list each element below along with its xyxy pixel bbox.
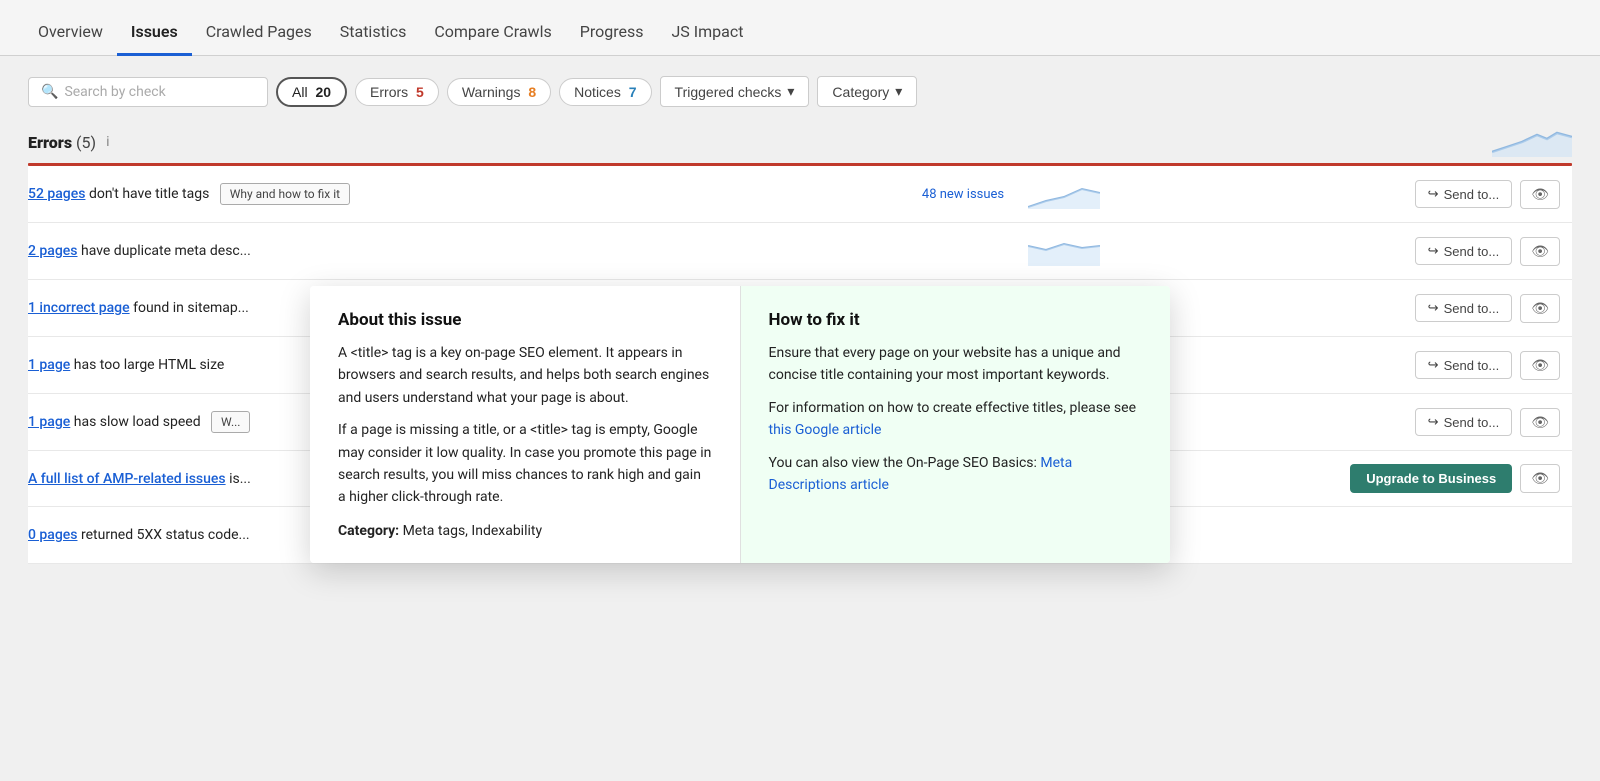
eye-button[interactable]: 👁 xyxy=(1520,237,1560,266)
issue-popup: About this issue A <title> tag is a key … xyxy=(310,286,1170,563)
send-to-button[interactable]: ↪ Send to... xyxy=(1415,408,1513,436)
sparkline-cell xyxy=(1016,166,1112,223)
send-icon: ↪ xyxy=(1428,300,1439,316)
category-dropdown[interactable]: Category ▾ xyxy=(817,76,917,107)
top-navigation: Overview Issues Crawled Pages Statistics… xyxy=(0,0,1600,56)
row-actions-cell: ↪ Send to... 👁 xyxy=(1112,223,1572,280)
popup-about-text1: A <title> tag is a key on-page SEO eleme… xyxy=(338,342,712,409)
eye-icon: 👁 xyxy=(1531,357,1549,373)
search-box[interactable]: 🔍 Search by check xyxy=(28,77,268,107)
page-link[interactable]: 1 page xyxy=(28,414,70,430)
row-actions-cell: ↪ Send to... 👁 xyxy=(1112,280,1572,337)
eye-icon: 👁 xyxy=(1531,300,1549,316)
nav-item-crawled-pages[interactable]: Crawled Pages xyxy=(192,6,326,56)
eye-icon: 👁 xyxy=(1531,186,1549,202)
new-issues-badge: 48 new issues xyxy=(922,187,1004,202)
eye-icon: 👁 xyxy=(1531,470,1549,486)
page-link[interactable]: 0 pages xyxy=(28,527,78,543)
chevron-down-icon: ▾ xyxy=(787,83,794,100)
eye-icon: 👁 xyxy=(1531,243,1549,259)
popup-about-panel: About this issue A <title> tag is a key … xyxy=(310,286,741,563)
nav-item-compare-crawls[interactable]: Compare Crawls xyxy=(420,6,565,56)
upgrade-to-business-button[interactable]: Upgrade to Business xyxy=(1350,464,1512,493)
popup-fix-panel: How to fix it Ensure that every page on … xyxy=(741,286,1171,563)
row-text: is... xyxy=(229,471,251,487)
filter-notices-button[interactable]: Notices 7 xyxy=(559,78,651,106)
nav-item-progress[interactable]: Progress xyxy=(566,6,658,56)
errors-sparkline-header xyxy=(1492,127,1572,157)
main-content: 🔍 Search by check All 20 Errors 5 Warnin… xyxy=(0,56,1600,781)
row-text: don't have title tags xyxy=(89,186,209,202)
eye-button[interactable]: 👁 xyxy=(1520,408,1560,437)
send-to-button[interactable]: ↪ Send to... xyxy=(1415,351,1513,379)
row-text: have duplicate meta desc... xyxy=(81,243,251,259)
errors-section-title: Errors (5) xyxy=(28,133,96,152)
filter-warnings-button[interactable]: Warnings 8 xyxy=(447,78,551,106)
eye-button[interactable]: 👁 xyxy=(1520,294,1560,323)
row-text: found in sitemap... xyxy=(133,300,249,316)
page-link[interactable]: A full list of AMP-related issues xyxy=(28,471,226,487)
page-link[interactable]: 1 page xyxy=(28,357,70,373)
send-icon: ↪ xyxy=(1428,186,1439,202)
why-fix-button[interactable]: W... xyxy=(211,411,250,433)
filter-bar: 🔍 Search by check All 20 Errors 5 Warnin… xyxy=(28,76,1572,107)
row-text: has too large HTML size xyxy=(74,357,225,373)
popup-fix-text1: Ensure that every page on your website h… xyxy=(769,342,1143,387)
send-icon: ↪ xyxy=(1428,357,1439,373)
errors-section-header: Errors (5) i xyxy=(28,127,1572,157)
eye-button[interactable]: 👁 xyxy=(1520,351,1560,380)
nav-item-statistics[interactable]: Statistics xyxy=(326,6,421,56)
popup-fix-text3: You can also view the On-Page SEO Basics… xyxy=(769,452,1143,497)
popup-fix-title: How to fix it xyxy=(769,310,1143,330)
nav-item-overview[interactable]: Overview xyxy=(24,6,117,56)
eye-button[interactable]: 👁 xyxy=(1520,464,1560,493)
filter-errors-button[interactable]: Errors 5 xyxy=(355,78,439,106)
row-actions-cell: Upgrade to Business 👁 xyxy=(1112,451,1572,507)
popup-fix-text2: For information on how to create effecti… xyxy=(769,397,1143,442)
info-icon[interactable]: i xyxy=(106,134,109,150)
filter-all-button[interactable]: All 20 xyxy=(276,77,347,107)
row-actions-cell: ↪ Send to... 👁 xyxy=(1112,166,1572,223)
send-to-button[interactable]: ↪ Send to... xyxy=(1415,237,1513,265)
nav-item-js-impact[interactable]: JS Impact xyxy=(657,6,757,56)
nav-item-issues[interactable]: Issues xyxy=(117,6,192,56)
send-to-button[interactable]: ↪ Send to... xyxy=(1415,180,1513,208)
popup-about-text2: If a page is missing a title, or a <titl… xyxy=(338,419,712,509)
send-icon: ↪ xyxy=(1428,243,1439,259)
eye-icon: 👁 xyxy=(1531,414,1549,430)
row-actions-cell: ↪ Send to... 👁 xyxy=(1112,394,1572,451)
why-fix-button[interactable]: Why and how to fix it xyxy=(220,183,350,205)
search-icon: 🔍 xyxy=(41,84,58,100)
row-actions-cell: ↪ Send to... 👁 xyxy=(1112,337,1572,394)
sparkline-cell xyxy=(1016,223,1112,280)
row-actions-cell xyxy=(1112,507,1572,564)
popup-about-title: About this issue xyxy=(338,310,712,330)
page-link[interactable]: 1 incorrect page xyxy=(28,300,130,316)
eye-button[interactable]: 👁 xyxy=(1520,180,1560,209)
page-link[interactable]: 52 pages xyxy=(28,186,85,202)
send-icon: ↪ xyxy=(1428,414,1439,430)
row-text: returned 5XX status code... xyxy=(81,527,250,543)
search-placeholder: Search by check xyxy=(64,84,165,100)
chevron-down-icon: ▾ xyxy=(895,83,902,100)
popup-category: Category: Meta tags, Indexability xyxy=(338,523,712,539)
table-row: 2 pages have duplicate meta desc... ↪ Se… xyxy=(28,223,1572,280)
page-link[interactable]: 2 pages xyxy=(28,243,78,259)
table-row: 52 pages don't have title tags Why and h… xyxy=(28,166,1572,223)
send-to-button[interactable]: ↪ Send to... xyxy=(1415,294,1513,322)
triggered-checks-dropdown[interactable]: Triggered checks ▾ xyxy=(660,76,810,107)
google-article-link[interactable]: this Google article xyxy=(769,422,882,438)
row-text: has slow load speed xyxy=(74,414,201,430)
